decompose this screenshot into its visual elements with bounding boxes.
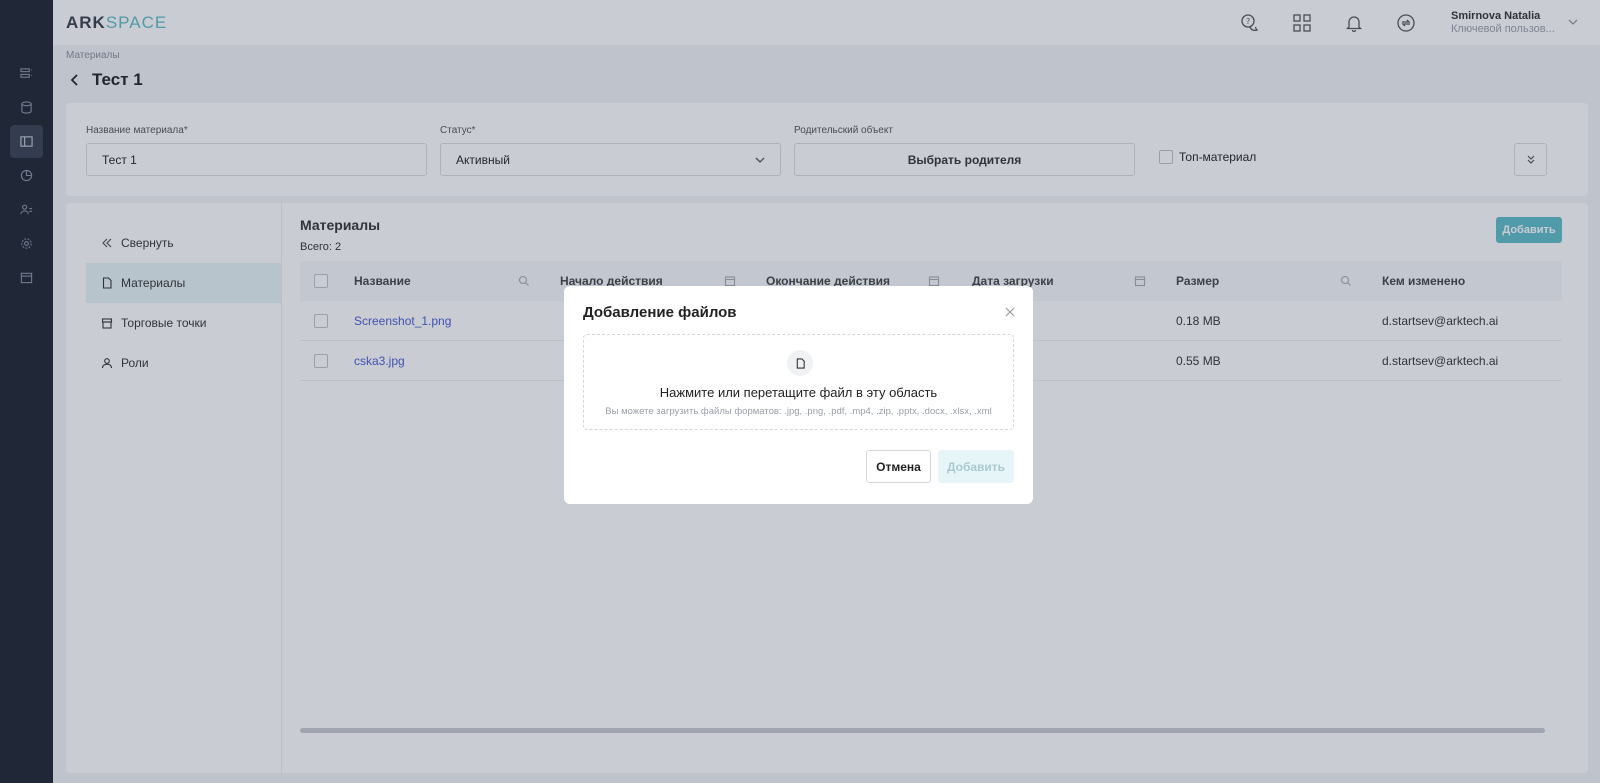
dialog-title: Добавление файлов <box>583 304 737 321</box>
dropzone-text: Нажмите или перетащите файл в эту област… <box>659 385 938 400</box>
cancel-button[interactable]: Отмена <box>866 450 931 483</box>
file-dropzone[interactable]: Нажмите или перетащите файл в эту област… <box>583 334 1014 430</box>
dropzone-hint: Вы можете загрузить файлы форматов: .jpg… <box>605 406 992 417</box>
file-icon-wrap <box>787 350 813 376</box>
close-icon[interactable] <box>1004 306 1016 318</box>
file-icon <box>796 357 805 369</box>
add-files-dialog: Добавление файлов Нажмите или перетащите… <box>564 286 1033 504</box>
add-files-button[interactable]: Добавить <box>938 450 1014 483</box>
